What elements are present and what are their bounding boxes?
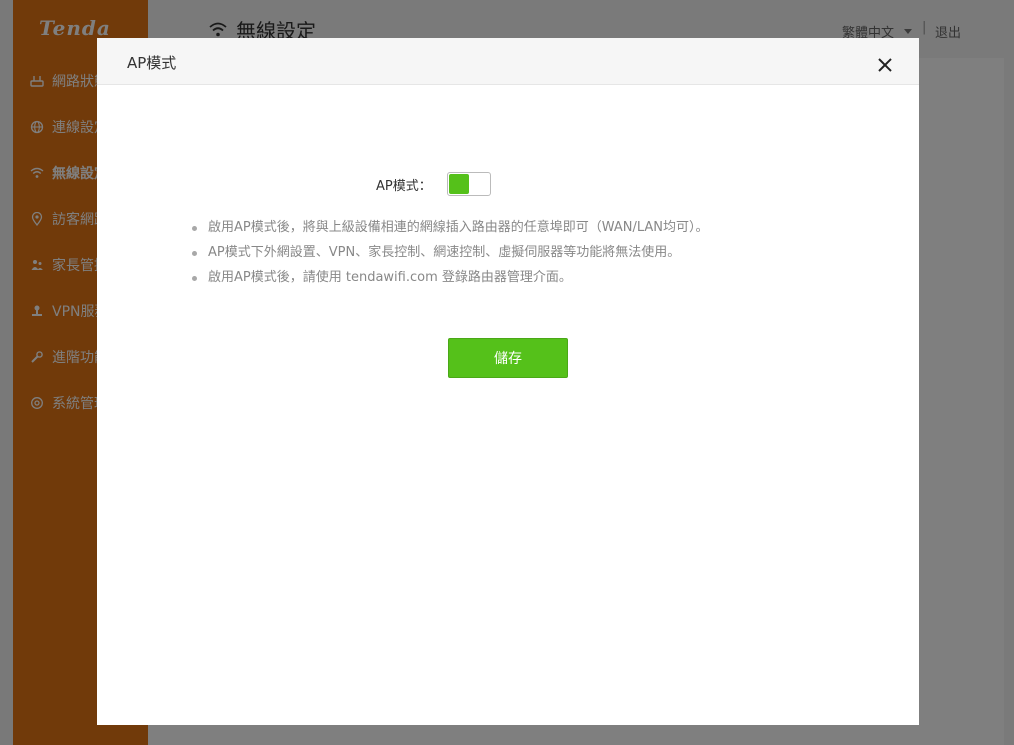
toggle-knob (470, 174, 489, 194)
ap-mode-row: AP模式： (97, 172, 919, 196)
ap-mode-notes: 啟用AP模式後，將與上級設備相連的網線插入路由器的任意埠即可（WAN/LAN均可… (192, 218, 709, 293)
close-button[interactable] (875, 55, 895, 75)
dialog-header: AP模式 (97, 38, 919, 85)
ap-mode-dialog: AP模式 AP模式： 啟用AP模式後，將與上級設備相連的網線插入路由器的任意埠即… (97, 38, 919, 725)
dialog-title: AP模式 (127, 54, 177, 72)
save-button[interactable]: 儲存 (448, 338, 568, 378)
ap-mode-toggle[interactable] (447, 172, 491, 196)
note-item: 啟用AP模式後，請使用 tendawifi.com 登錄路由器管理介面。 (192, 268, 709, 293)
ap-mode-label: AP模式： (376, 179, 432, 194)
toggle-on-indicator (449, 174, 469, 194)
note-item: AP模式下外網設置、VPN、家長控制、網速控制、虛擬伺服器等功能將無法使用。 (192, 243, 709, 268)
note-item: 啟用AP模式後，將與上級設備相連的網線插入路由器的任意埠即可（WAN/LAN均可… (192, 218, 709, 243)
close-icon (878, 58, 892, 72)
